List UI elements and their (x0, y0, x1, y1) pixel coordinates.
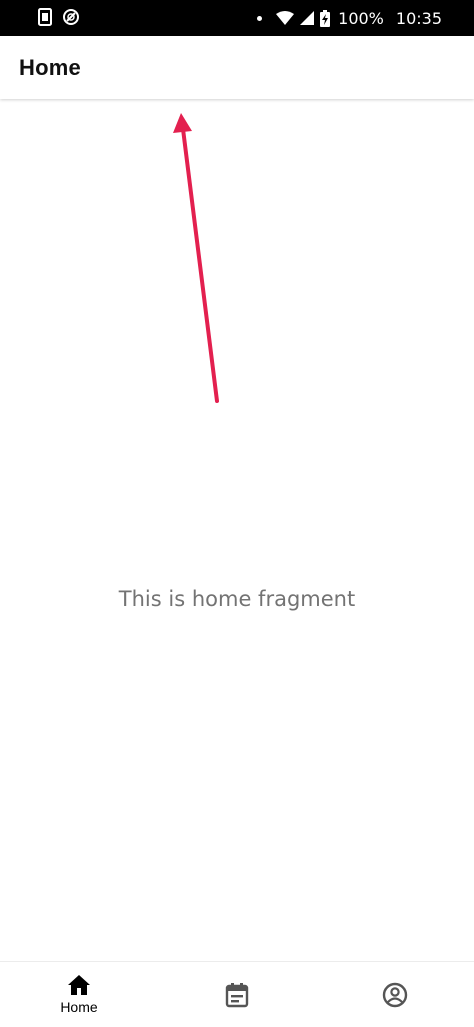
home-fragment-content: This is home fragment (0, 99, 474, 961)
page-title: Home (19, 55, 81, 80)
status-notification-icons (38, 8, 80, 26)
do-not-disturb-icon (63, 9, 79, 25)
nav-item-calendar[interactable] (158, 962, 316, 1027)
nav-item-home[interactable]: Home (0, 962, 158, 1027)
battery-charging-icon (320, 9, 331, 27)
wifi-icon (276, 10, 295, 25)
home-fragment-message: This is home fragment (118, 587, 356, 611)
account-circle-icon (382, 982, 408, 1007)
app-bar: Home (0, 36, 474, 99)
device-notification-icon (38, 8, 52, 26)
battery-percentage: 100% (338, 8, 384, 28)
notification-dot-icon (257, 15, 263, 21)
home-icon (68, 975, 90, 995)
nav-item-home-label: Home (60, 999, 98, 1015)
bottom-navigation: Home (0, 961, 474, 1027)
status-system-icons: 100% 10:35 (257, 0, 442, 36)
cell-signal-icon (300, 11, 315, 25)
status-clock: 10:35 (395, 8, 442, 28)
status-bar: 100% 10:35 (0, 0, 474, 36)
annotation-arrow-icon (173, 113, 219, 403)
calendar-icon (225, 982, 249, 1007)
nav-item-account[interactable] (316, 962, 474, 1027)
